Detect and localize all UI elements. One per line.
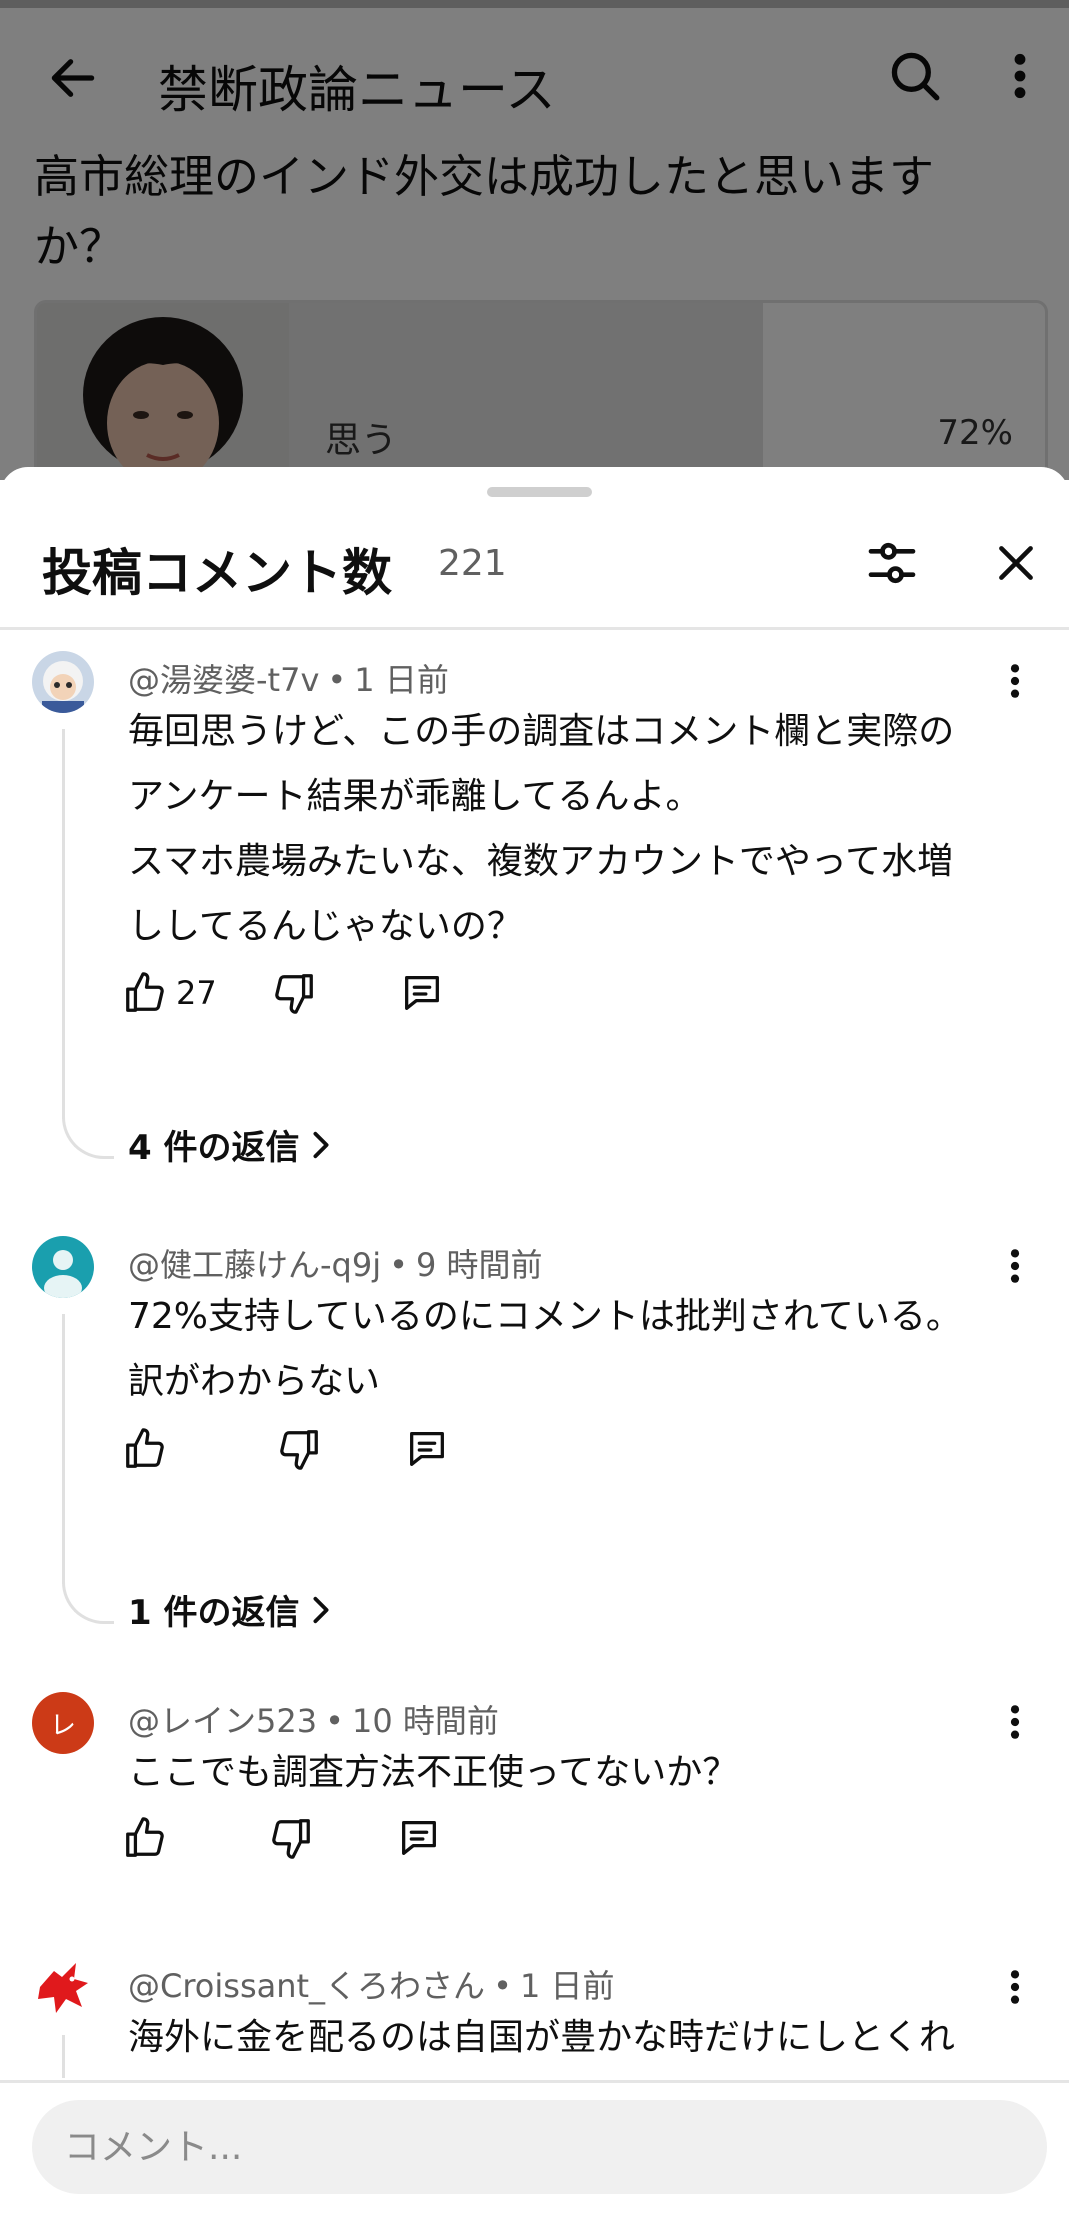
commenter-avatar[interactable] — [32, 651, 94, 713]
sheet-divider — [0, 627, 1069, 630]
comment-author[interactable]: @Croissant_くろわさん — [128, 1967, 485, 2005]
comment-composer[interactable] — [32, 2100, 1047, 2194]
comment-thread: レ @レイン523 • 10 時間前 ここでも調査方法不正使ってないか？ — [0, 1688, 1069, 1928]
comment-bubble-icon — [402, 1821, 436, 1855]
commenter-avatar[interactable] — [32, 1957, 94, 2019]
chevron-right-icon — [313, 1131, 328, 1158]
comment-author[interactable]: @湯婆婆-t7v — [128, 661, 319, 699]
thumbs-down-icon — [274, 974, 313, 1014]
sort-filter-button[interactable] — [858, 529, 926, 597]
comment-bubble-icon — [404, 976, 439, 1010]
dislike-button[interactable] — [268, 1808, 314, 1868]
vertical-dots-icon — [1010, 664, 1020, 698]
thread-line — [62, 1314, 65, 1584]
comment-author[interactable]: @健工藤けん-q9j — [128, 1246, 381, 1284]
comment-meta: @レイン523 • 10 時間前 — [128, 1702, 499, 1740]
commenter-avatar[interactable]: レ — [32, 1692, 94, 1754]
comments-sheet: 投稿コメント数 221 @湯婆婆-t7v • 1 日前 毎回思うけど、この手の調… — [0, 467, 1069, 2230]
comment-meta: @湯婆婆-t7v • 1 日前 — [128, 661, 449, 699]
thread-connector — [62, 1582, 114, 1624]
thread-line — [62, 729, 65, 1119]
avatar-letter: レ — [49, 1710, 76, 1741]
dislike-button[interactable] — [276, 1419, 322, 1479]
like-count: 27 — [176, 974, 217, 1012]
vertical-dots-icon — [1010, 1970, 1020, 2004]
reply-button[interactable] — [404, 1419, 450, 1479]
thread-line — [62, 2035, 65, 2078]
comment-text: 毎回思うけど、この手の調査はコメント欄と実際のアンケート結果が乖離してるんよ。 … — [128, 711, 955, 947]
comment-author[interactable]: @レイン523 — [128, 1702, 317, 1740]
drag-handle[interactable] — [487, 487, 592, 497]
commenter-avatar[interactable] — [32, 1236, 94, 1298]
dislike-button[interactable] — [271, 963, 317, 1023]
replies-label: 4 件の返信 — [128, 1128, 300, 1168]
comment-actions: 27 — [122, 963, 445, 1023]
comments-count: 221 — [438, 543, 507, 584]
comment-actions — [122, 1419, 450, 1479]
thread-connector — [62, 1117, 114, 1159]
vertical-dots-icon — [1010, 1249, 1020, 1283]
comment-bubble-icon — [410, 1432, 444, 1466]
comment-time: 1 日前 — [354, 661, 449, 699]
close-sheet-button[interactable] — [982, 529, 1050, 597]
modal-overlay[interactable] — [0, 0, 1069, 480]
thumbs-down-icon — [272, 1819, 310, 1859]
like-button[interactable] — [122, 1808, 168, 1868]
comment-time: 10 時間前 — [351, 1702, 499, 1740]
comment-thread: @Croissant_くろわさん • 1 日前 海外に金を配るのは自国が豊かな時だけ… — [0, 1953, 1069, 2078]
comment-thread: @湯婆婆-t7v • 1 日前 毎回思うけど、この手の調査はコメント欄と実際のアンケ… — [0, 647, 1069, 1207]
comment-menu-button[interactable] — [990, 651, 1040, 711]
comment-menu-button[interactable] — [990, 1236, 1040, 1296]
comment-meta: @Croissant_くろわさん • 1 日前 — [128, 1967, 615, 2005]
comment-time: 9 時間前 — [416, 1246, 543, 1284]
comment-thread: @健工藤けん-q9j • 9 時間前 72%支持しているのにコメントは批判されている… — [0, 1232, 1069, 1672]
comment-text: 海外に金を配るのは自国が豊かな時だけにしとくれ — [128, 2017, 955, 2058]
comment-text: 72%支持しているのにコメントは批判されている。 訳がわからない — [128, 1296, 962, 1402]
replies-label: 1 件の返信 — [128, 1593, 300, 1633]
composer-divider — [0, 2080, 1069, 2083]
thumbs-down-icon — [280, 1430, 318, 1470]
vertical-dots-icon — [1010, 1705, 1020, 1739]
comment-text: ここでも調査方法不正使ってないか？ — [128, 1752, 739, 1793]
close-icon — [999, 546, 1033, 580]
comment-actions — [122, 1808, 442, 1868]
sliders-icon — [868, 542, 916, 584]
thumbs-up-icon — [126, 1428, 164, 1468]
reply-button[interactable] — [396, 1808, 442, 1868]
background-page: 禁断政論ニュース 高市総理のインド外交は成功したと思いますか？ 思う 72% — [0, 0, 1069, 500]
comment-time: 1 日前 — [519, 1967, 615, 2005]
reply-button[interactable] — [399, 963, 445, 1023]
comments-title: 投稿コメント数 — [42, 544, 392, 602]
view-replies-button[interactable]: 4 件の返信 — [128, 1120, 334, 1169]
comment-input[interactable] — [64, 2126, 964, 2168]
comment-menu-button[interactable] — [990, 1957, 1040, 2017]
chevron-right-icon — [313, 1596, 328, 1623]
comment-meta: @健工藤けん-q9j • 9 時間前 — [128, 1246, 543, 1284]
comment-menu-button[interactable] — [990, 1692, 1040, 1752]
thumbs-up-icon — [126, 1817, 164, 1857]
view-replies-button[interactable]: 1 件の返信 — [128, 1585, 334, 1634]
thumbs-up-icon — [126, 972, 164, 1012]
like-button[interactable] — [122, 1419, 176, 1479]
like-button[interactable]: 27 — [122, 963, 217, 1023]
